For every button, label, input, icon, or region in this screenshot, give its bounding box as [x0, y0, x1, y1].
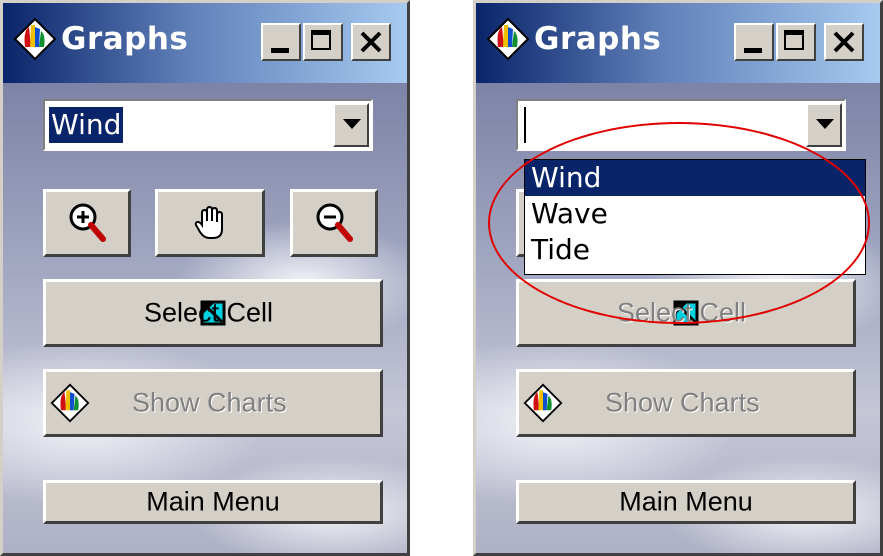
graph-type-combo[interactable] — [516, 99, 846, 151]
show-charts-label: Show Charts — [132, 387, 287, 418]
show-charts-button: Show Charts — [43, 369, 383, 437]
close-button[interactable] — [351, 23, 391, 61]
select-cell-label: Select Cell — [617, 297, 747, 328]
select-cell-button[interactable]: Select Cell — [43, 279, 383, 347]
graphs-window-right: Graphs Select Cell Show Charts Main Menu… — [473, 0, 883, 556]
graph-type-dropdown-list: Wind Wave Tide — [524, 159, 866, 275]
title-bar[interactable]: Graphs — [3, 3, 407, 83]
combo-value: Wind — [49, 107, 124, 143]
graphs-window-left: Graphs Wind Select Cell Show Charts Main… — [0, 0, 410, 556]
close-icon — [360, 31, 382, 53]
zoom-out-icon — [316, 203, 353, 242]
select-cell-button: Select Cell — [516, 279, 856, 347]
close-button[interactable] — [824, 23, 864, 61]
window-title: Graphs — [61, 21, 189, 57]
dropdown-option-wind[interactable]: Wind — [525, 160, 865, 196]
dropdown-option-tide[interactable]: Tide — [525, 232, 865, 268]
text-caret — [524, 107, 526, 143]
charts-icon — [523, 383, 563, 423]
main-menu-label: Main Menu — [619, 486, 753, 517]
maximize-button[interactable] — [776, 23, 816, 61]
select-cell-label: Select Cell — [144, 297, 274, 328]
pan-button[interactable] — [155, 189, 265, 257]
minimize-button[interactable] — [734, 23, 774, 61]
zoom-out-button[interactable] — [290, 189, 378, 257]
chevron-down-icon[interactable] — [333, 103, 369, 147]
main-menu-button[interactable]: Main Menu — [516, 480, 856, 524]
window-client: Wind Select Cell Show Charts Main Menu — [3, 83, 407, 553]
show-charts-button: Show Charts — [516, 369, 856, 437]
maximize-button[interactable] — [303, 23, 343, 61]
main-menu-label: Main Menu — [146, 486, 280, 517]
show-charts-label: Show Charts — [605, 387, 760, 418]
zoom-in-button[interactable] — [43, 189, 131, 257]
hand-pan-icon — [194, 205, 223, 239]
window-client: Select Cell Show Charts Main Menu — [476, 83, 880, 553]
close-icon — [833, 31, 855, 53]
minimize-button[interactable] — [261, 23, 301, 61]
charts-icon — [50, 383, 90, 423]
dropdown-option-wave[interactable]: Wave — [525, 196, 865, 232]
title-bar[interactable]: Graphs — [476, 3, 880, 83]
graphs-app-icon[interactable] — [13, 17, 57, 61]
chevron-down-icon[interactable] — [806, 103, 842, 147]
graphs-app-icon[interactable] — [486, 17, 530, 61]
window-title: Graphs — [534, 21, 662, 57]
zoom-in-icon — [69, 203, 106, 242]
graph-type-combo[interactable]: Wind — [43, 99, 373, 151]
main-menu-button[interactable]: Main Menu — [43, 480, 383, 524]
